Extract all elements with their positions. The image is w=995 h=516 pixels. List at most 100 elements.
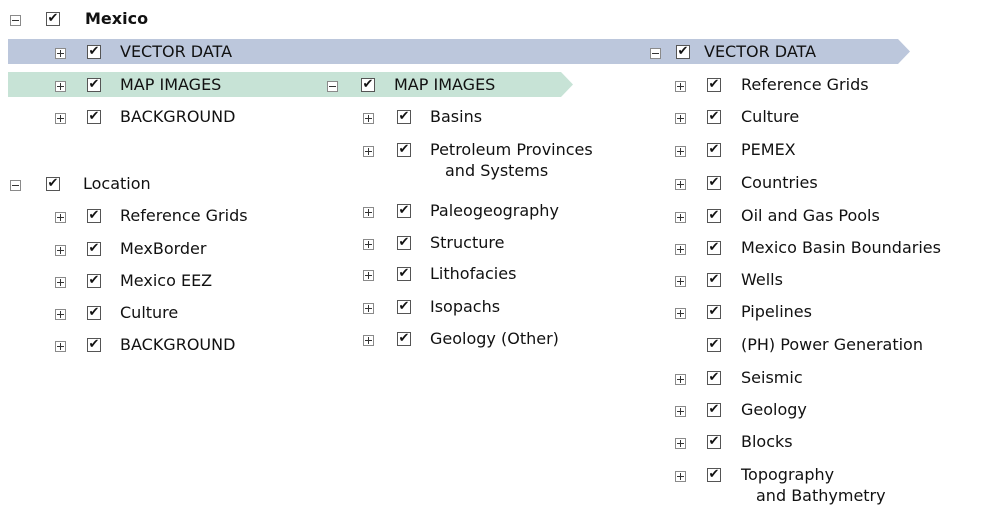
checkbox-checked-icon[interactable]: ✔ bbox=[397, 110, 411, 124]
plus-box-icon[interactable] bbox=[675, 81, 686, 92]
tree-node-map-images[interactable]: ✔ MAP IMAGES bbox=[0, 75, 300, 101]
checkbox-checked-icon[interactable]: ✔ bbox=[707, 176, 721, 190]
checkbox-checked-icon[interactable]: ✔ bbox=[707, 78, 721, 92]
tree-node-mexico[interactable]: ✔ Mexico bbox=[0, 9, 300, 35]
plus-box-icon[interactable] bbox=[675, 244, 686, 255]
plus-box-icon[interactable] bbox=[675, 471, 686, 482]
plus-box-icon[interactable] bbox=[363, 303, 374, 314]
plus-box-icon[interactable] bbox=[55, 81, 66, 92]
tree-node-vd-blocks[interactable]: ✔ Blocks bbox=[640, 432, 990, 458]
minus-box-icon[interactable] bbox=[650, 48, 661, 59]
tree-node-vd-countries[interactable]: ✔ Countries bbox=[640, 173, 990, 199]
plus-box-icon[interactable] bbox=[55, 309, 66, 320]
tree-node-mexico-eez[interactable]: ✔ Mexico EEZ bbox=[0, 271, 300, 297]
plus-box-icon[interactable] bbox=[363, 270, 374, 281]
checkbox-checked-icon[interactable]: ✔ bbox=[676, 45, 690, 59]
tree-node-vector-data[interactable]: ✔ VECTOR DATA bbox=[0, 42, 300, 68]
tree-node-mexborder[interactable]: ✔ MexBorder bbox=[0, 239, 300, 265]
plus-box-icon[interactable] bbox=[55, 277, 66, 288]
tree-node-vd-seismic[interactable]: ✔ Seismic bbox=[640, 368, 990, 394]
tree-node-vd-pemex[interactable]: ✔ PEMEX bbox=[640, 140, 990, 166]
checkbox-checked-icon[interactable]: ✔ bbox=[707, 241, 721, 255]
plus-box-icon[interactable] bbox=[675, 146, 686, 157]
tree-node-vd-pipelines[interactable]: ✔ Pipelines bbox=[640, 302, 990, 328]
checkbox-checked-icon[interactable]: ✔ bbox=[87, 274, 101, 288]
tree-node-label: Culture bbox=[120, 303, 179, 322]
plus-box-icon[interactable] bbox=[363, 113, 374, 124]
tree-node-map-images-expanded[interactable]: ✔ MAP IMAGES bbox=[310, 75, 570, 101]
checkbox-checked-icon[interactable]: ✔ bbox=[707, 143, 721, 157]
tree-node-background-2[interactable]: ✔ BACKGROUND bbox=[0, 335, 300, 361]
plus-box-icon[interactable] bbox=[675, 374, 686, 385]
plus-box-icon[interactable] bbox=[675, 276, 686, 287]
checkbox-checked-icon[interactable]: ✔ bbox=[707, 110, 721, 124]
plus-box-icon[interactable] bbox=[55, 113, 66, 124]
checkbox-checked-icon[interactable]: ✔ bbox=[46, 177, 60, 191]
plus-box-icon[interactable] bbox=[675, 113, 686, 124]
checkbox-checked-icon[interactable]: ✔ bbox=[87, 110, 101, 124]
checkbox-checked-icon[interactable]: ✔ bbox=[87, 242, 101, 256]
tree-node-label: Mexico EEZ bbox=[120, 271, 213, 290]
tree-node-culture[interactable]: ✔ Culture bbox=[0, 303, 300, 329]
plus-box-icon[interactable] bbox=[675, 406, 686, 417]
tree-node-background[interactable]: ✔ BACKGROUND bbox=[0, 107, 300, 133]
tree-node-structure[interactable]: ✔ Structure bbox=[310, 233, 630, 259]
checkbox-checked-icon[interactable]: ✔ bbox=[87, 306, 101, 320]
checkbox-checked-icon[interactable]: ✔ bbox=[397, 332, 411, 346]
minus-box-icon[interactable] bbox=[10, 180, 21, 191]
checkbox-checked-icon[interactable]: ✔ bbox=[707, 435, 721, 449]
plus-box-icon[interactable] bbox=[363, 239, 374, 250]
plus-box-icon[interactable] bbox=[363, 207, 374, 218]
minus-box-icon[interactable] bbox=[10, 15, 21, 26]
plus-box-icon[interactable] bbox=[675, 438, 686, 449]
checkbox-checked-icon[interactable]: ✔ bbox=[707, 403, 721, 417]
plus-box-icon[interactable] bbox=[55, 341, 66, 352]
tree-node-reference-grids[interactable]: ✔ Reference Grids bbox=[0, 206, 300, 232]
tree-node-lithofacies[interactable]: ✔ Lithofacies bbox=[310, 264, 630, 290]
plus-box-icon[interactable] bbox=[55, 48, 66, 59]
tree-node-vd-topography[interactable]: ✔ Topography and Bathymetry bbox=[640, 465, 990, 511]
checkbox-checked-icon[interactable]: ✔ bbox=[707, 371, 721, 385]
plus-box-icon[interactable] bbox=[675, 308, 686, 319]
tree-node-label: Petroleum Provinces bbox=[430, 140, 593, 159]
tree-node-vd-reference-grids[interactable]: ✔ Reference Grids bbox=[640, 75, 990, 101]
checkbox-checked-icon[interactable]: ✔ bbox=[87, 338, 101, 352]
checkbox-checked-icon[interactable]: ✔ bbox=[397, 143, 411, 157]
tree-node-vd-wells[interactable]: ✔ Wells bbox=[640, 270, 990, 296]
plus-box-icon[interactable] bbox=[675, 212, 686, 223]
checkbox-checked-icon[interactable]: ✔ bbox=[87, 78, 101, 92]
tree-node-isopachs[interactable]: ✔ Isopachs bbox=[310, 297, 630, 323]
plus-box-icon[interactable] bbox=[675, 179, 686, 190]
tree-node-vector-data-expanded[interactable]: ✔ VECTOR DATA bbox=[640, 42, 910, 68]
checkbox-checked-icon[interactable]: ✔ bbox=[707, 305, 721, 319]
checkbox-checked-icon[interactable]: ✔ bbox=[707, 338, 721, 352]
tree-node-paleogeography[interactable]: ✔ Paleogeography bbox=[310, 201, 630, 227]
tree-node-vd-oil-gas-pools[interactable]: ✔ Oil and Gas Pools bbox=[640, 206, 990, 232]
tree-node-vd-geology[interactable]: ✔ Geology bbox=[640, 400, 990, 426]
tree-node-label-continued: and Systems bbox=[445, 161, 549, 180]
plus-box-icon[interactable] bbox=[55, 245, 66, 256]
minus-box-icon[interactable] bbox=[327, 81, 338, 92]
checkbox-checked-icon[interactable]: ✔ bbox=[87, 45, 101, 59]
checkbox-checked-icon[interactable]: ✔ bbox=[46, 12, 60, 26]
tree-node-geology-other[interactable]: ✔ Geology (Other) bbox=[310, 329, 630, 355]
checkbox-checked-icon[interactable]: ✔ bbox=[397, 236, 411, 250]
checkbox-checked-icon[interactable]: ✔ bbox=[397, 300, 411, 314]
checkbox-checked-icon[interactable]: ✔ bbox=[87, 209, 101, 223]
tree-node-petroleum-provinces[interactable]: ✔ Petroleum Provinces and Systems bbox=[310, 140, 630, 186]
tree-node-vd-culture[interactable]: ✔ Culture bbox=[640, 107, 990, 133]
tree-node-basins[interactable]: ✔ Basins bbox=[310, 107, 630, 133]
checkbox-checked-icon[interactable]: ✔ bbox=[361, 78, 375, 92]
tree-node-location[interactable]: ✔ Location bbox=[0, 174, 300, 200]
checkbox-checked-icon[interactable]: ✔ bbox=[707, 273, 721, 287]
checkbox-checked-icon[interactable]: ✔ bbox=[707, 468, 721, 482]
tree-node-label: Lithofacies bbox=[430, 264, 517, 283]
plus-box-icon[interactable] bbox=[55, 212, 66, 223]
checkbox-checked-icon[interactable]: ✔ bbox=[397, 267, 411, 281]
plus-box-icon[interactable] bbox=[363, 146, 374, 157]
checkbox-checked-icon[interactable]: ✔ bbox=[707, 209, 721, 223]
tree-node-vd-basin-boundaries[interactable]: ✔ Mexico Basin Boundaries bbox=[640, 238, 990, 264]
plus-box-icon[interactable] bbox=[363, 335, 374, 346]
checkbox-checked-icon[interactable]: ✔ bbox=[397, 204, 411, 218]
tree-node-vd-power-generation[interactable]: ✔ (PH) Power Generation bbox=[640, 335, 990, 361]
